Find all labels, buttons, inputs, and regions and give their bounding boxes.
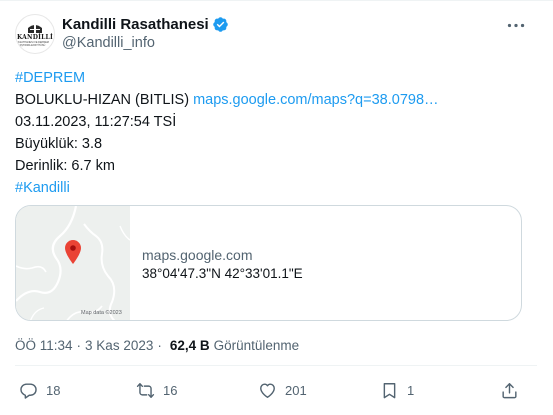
tweet-time[interactable]: ÖÖ 11:34 — [15, 338, 73, 353]
card-coordinates: 38°04'47.3"N 42°33'01.1"E — [142, 266, 303, 281]
hashtag-deprem-link[interactable]: #DEPREM — [15, 70, 85, 86]
heart-icon — [260, 382, 275, 398]
retweet-button[interactable]: 16 — [136, 378, 177, 402]
action-bar: 18 16 201 1 — [0, 378, 553, 404]
datetime-text: 03.11.2023, 11:27:54 TSİ — [15, 114, 177, 130]
tweet-text: #DEPREM BOLUKLU-HIZAN (BITLIS) maps.goog… — [15, 67, 545, 199]
reply-button[interactable]: 18 — [19, 378, 60, 402]
retweet-icon — [136, 382, 155, 398]
map-pin-icon — [65, 240, 81, 264]
author-handle[interactable]: @Kandilli_info — [62, 35, 155, 51]
meta-separator: · — [157, 338, 162, 353]
tweet-date[interactable]: 3 Kas 2023 — [85, 338, 153, 353]
top-divider — [0, 0, 553, 1]
verified-badge-icon[interactable] — [212, 16, 229, 33]
views-label: Görüntülenme — [213, 338, 300, 353]
magnitude-text: Büyüklük: 3.8 — [15, 136, 103, 152]
share-button[interactable] — [500, 378, 519, 402]
map-credit-text: Map data ©2023 — [81, 310, 122, 316]
location-text: BOLUKLU-HIZAN (BITLIS) — [15, 92, 190, 108]
share-icon — [502, 382, 517, 398]
reply-count: 18 — [46, 382, 61, 398]
reply-icon — [20, 382, 37, 399]
avatar-logo-subtext: RASATHANESI VE DEPREM ARAŞTIRMA ENSTİTÜS… — [16, 40, 49, 47]
author-name-row: Kandilli Rasathanesi — [62, 14, 229, 34]
observatory-crest-icon — [28, 23, 42, 33]
like-count: 201 — [285, 382, 307, 398]
bookmark-icon — [383, 382, 396, 398]
more-options-icon[interactable] — [505, 16, 527, 34]
map-link-card[interactable]: Map data ©2023 maps.google.com 38°04'47.… — [15, 205, 522, 321]
card-domain: maps.google.com — [142, 247, 253, 263]
tweet-meta: ÖÖ 11:34 · 3 Kas 2023 · 62,4 B Görüntüle… — [15, 338, 299, 353]
meta-divider — [15, 365, 537, 366]
meta-separator: · — [76, 338, 82, 353]
map-url-link[interactable]: maps.google.com/maps?q=38.0798… — [193, 92, 438, 108]
bookmark-button[interactable]: 1 — [380, 378, 414, 402]
retweet-count: 16 — [163, 382, 178, 398]
views-count[interactable]: 62,4 B — [170, 338, 210, 353]
like-button[interactable]: 201 — [258, 378, 307, 402]
avatar-logo-text: KANDİLLİ — [17, 33, 53, 41]
bookmark-count: 1 — [407, 382, 415, 398]
author-display-name[interactable]: Kandilli Rasathanesi — [62, 16, 209, 33]
depth-text: Derinlik: 6.7 km — [15, 158, 115, 174]
map-thumbnail[interactable]: Map data ©2023 — [16, 206, 131, 320]
avatar[interactable]: KANDİLLİ RASATHANESI VE DEPREM ARAŞTIRMA… — [15, 14, 55, 54]
hashtag-kandilli-link[interactable]: #Kandilli — [15, 180, 70, 196]
